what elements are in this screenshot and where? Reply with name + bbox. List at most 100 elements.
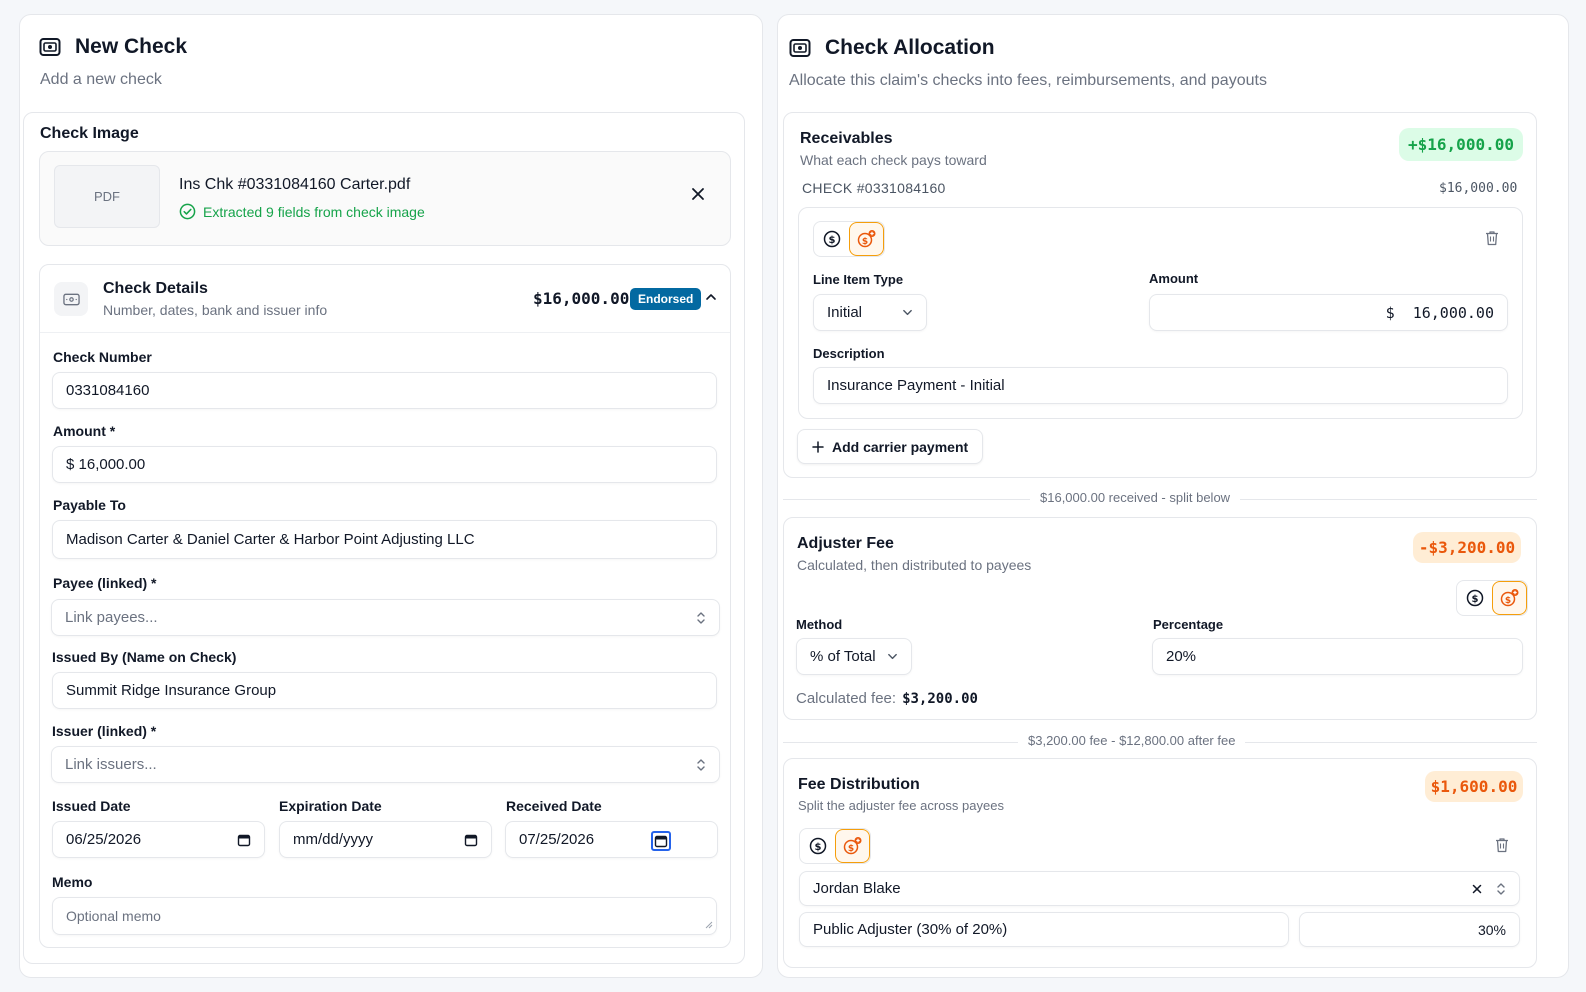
- memo-textarea[interactable]: Optional memo: [52, 897, 717, 935]
- expiration-date-value: mm/dd/yyyy: [293, 831, 374, 848]
- received-summary: $16,000.00 received - split below: [1030, 490, 1241, 505]
- payee-role-input[interactable]: Public Adjuster (30% of 20%): [799, 912, 1289, 947]
- check-number-label: Check Number: [53, 349, 152, 365]
- chevron-down-icon: [902, 307, 913, 318]
- distribution-type-toggle[interactable]: $ $: [799, 828, 871, 864]
- coins-plus-icon[interactable]: $: [835, 829, 870, 863]
- expiration-date-input[interactable]: mm/dd/yyyy: [279, 821, 492, 858]
- extract-status-text: Extracted 9 fields from check image: [203, 203, 425, 220]
- calendar-icon[interactable]: [464, 833, 478, 847]
- endorsed-badge: Endorsed: [630, 288, 702, 310]
- check-number-input[interactable]: 0331084160: [52, 372, 717, 409]
- issued-date-input[interactable]: 06/25/2026: [52, 821, 265, 858]
- receivables-total: +$16,000.00: [1399, 128, 1523, 161]
- fee-distribution-card: Fee Distribution Split the adjuster fee …: [783, 758, 1537, 968]
- issued-date-value: 06/25/2026: [66, 831, 142, 848]
- trash-icon: [1495, 837, 1509, 853]
- line-item-type-label: Line Item Type: [813, 272, 904, 287]
- svg-text:$: $: [1471, 594, 1478, 605]
- adjuster-fee-card: Adjuster Fee Calculated, then distribute…: [783, 517, 1537, 720]
- amount-label: Amount *: [53, 423, 116, 439]
- payee-combobox-actions: [1472, 882, 1506, 896]
- check-details-header[interactable]: Check Details Number, dates, bank and is…: [40, 265, 730, 333]
- svg-text:$: $: [828, 235, 835, 246]
- file-name: Ins Chk #0331084160 Carter.pdf: [179, 176, 411, 193]
- receivables-subtitle: What each check pays toward: [800, 152, 987, 168]
- allocation-title: Check Allocation: [825, 36, 995, 59]
- check-details-subtitle: Number, dates, bank and issuer info: [103, 302, 328, 318]
- calculated-fee-label: Calculated fee:: [796, 690, 897, 707]
- payee-label: Payee (linked) *: [53, 575, 157, 591]
- fee-type-toggle[interactable]: $ $: [1456, 580, 1528, 616]
- calculated-fee: Calculated fee: $3,200.00: [796, 690, 978, 707]
- delete-line-item-button[interactable]: [1485, 230, 1499, 251]
- banknote-icon: [54, 282, 88, 316]
- method-value: % of Total: [810, 648, 876, 665]
- description-label: Description: [813, 346, 885, 361]
- receivables-title: Receivables: [800, 130, 893, 147]
- received-date-input[interactable]: 07/25/2026: [505, 821, 718, 858]
- fee-distribution-title: Fee Distribution: [798, 776, 920, 793]
- chevrons-up-down-icon: [696, 758, 706, 772]
- issued-date-label: Issued Date: [52, 798, 131, 814]
- fee-summary: $3,200.00 fee - $12,800.00 after fee: [1018, 733, 1246, 748]
- chevron-down-icon: [887, 651, 898, 662]
- percentage-input[interactable]: 20%: [1152, 638, 1523, 675]
- issued-by-input[interactable]: Summit Ridge Insurance Group: [52, 672, 717, 709]
- plus-icon: [812, 440, 824, 453]
- expiration-date-label: Expiration Date: [279, 798, 382, 814]
- received-date-label: Received Date: [506, 798, 602, 814]
- calendar-icon[interactable]: [651, 831, 671, 851]
- chevrons-up-down-icon[interactable]: [1496, 882, 1506, 896]
- amount-label: Amount: [1149, 271, 1199, 286]
- payee-combobox[interactable]: Jordan Blake: [799, 871, 1520, 906]
- check-form-card: Check Image PDF Ins Chk #0331084160 Cart…: [23, 112, 745, 964]
- extract-status: Extracted 9 fields from check image: [179, 203, 425, 220]
- check-image-heading: Check Image: [40, 125, 139, 142]
- method-label: Method: [796, 617, 843, 632]
- adjuster-fee-subtitle: Calculated, then distributed to payees: [797, 557, 1032, 573]
- memo-placeholder: Optional memo: [66, 908, 161, 924]
- collapse-button[interactable]: [705, 290, 717, 308]
- check-allocation-header: Check Allocation: [789, 36, 995, 60]
- svg-text:$: $: [814, 842, 821, 853]
- calculated-fee-value: $3,200.00: [902, 691, 978, 707]
- clear-icon[interactable]: [1472, 884, 1482, 894]
- memo-label: Memo: [52, 874, 93, 890]
- coins-plus-icon[interactable]: $: [849, 222, 884, 256]
- line-item-type-toggle[interactable]: $ $: [813, 221, 885, 257]
- issuer-select[interactable]: Link issuers...: [51, 746, 720, 783]
- payee-percent-input[interactable]: 30%: [1299, 912, 1520, 947]
- payable-to-input[interactable]: Madison Carter & Daniel Carter & Harbor …: [52, 520, 717, 559]
- dollar-icon[interactable]: $: [814, 222, 849, 256]
- payee-select[interactable]: Link payees...: [51, 599, 720, 636]
- issuer-placeholder: Link issuers...: [65, 756, 157, 773]
- amount-input[interactable]: $ 16,000.00: [52, 446, 717, 483]
- check-amount-tag: $16,000.00: [1439, 181, 1518, 196]
- check-details-amount: $16,000.00: [533, 289, 630, 308]
- remove-file-button[interactable]: [690, 186, 706, 207]
- check-icon: [789, 38, 811, 58]
- add-carrier-payment-button[interactable]: Add carrier payment: [797, 429, 984, 464]
- dollar-icon[interactable]: $: [800, 829, 835, 863]
- coins-plus-icon[interactable]: $: [1492, 581, 1527, 615]
- delete-distribution-button[interactable]: [1495, 837, 1509, 858]
- description-input[interactable]: Insurance Payment - Initial: [813, 367, 1508, 404]
- dollar-icon[interactable]: $: [1457, 581, 1492, 615]
- resize-handle-icon[interactable]: [705, 916, 713, 932]
- check-number-tag: CHECK #0331084160: [802, 180, 946, 196]
- allocation-subtitle: Allocate this claim's checks into fees, …: [789, 72, 1267, 89]
- payee-name: Jordan Blake: [813, 880, 901, 897]
- line-item-card: $ $ Line Item Type Initial Amount $ 16,0…: [798, 207, 1523, 419]
- line-item-type-select[interactable]: Initial: [813, 294, 927, 331]
- payable-to-label: Payable To: [53, 497, 126, 513]
- calendar-icon[interactable]: [237, 833, 251, 847]
- line-item-amount-input[interactable]: $ 16,000.00: [1149, 294, 1508, 331]
- svg-text:$: $: [1504, 596, 1510, 606]
- payee-placeholder: Link payees...: [65, 609, 158, 626]
- method-select[interactable]: % of Total: [796, 638, 912, 675]
- page-subtitle: Add a new check: [40, 71, 162, 88]
- chevron-up-icon: [705, 291, 717, 303]
- receivables-card: Receivables What each check pays toward …: [783, 112, 1537, 478]
- pdf-thumbnail[interactable]: PDF: [54, 165, 160, 228]
